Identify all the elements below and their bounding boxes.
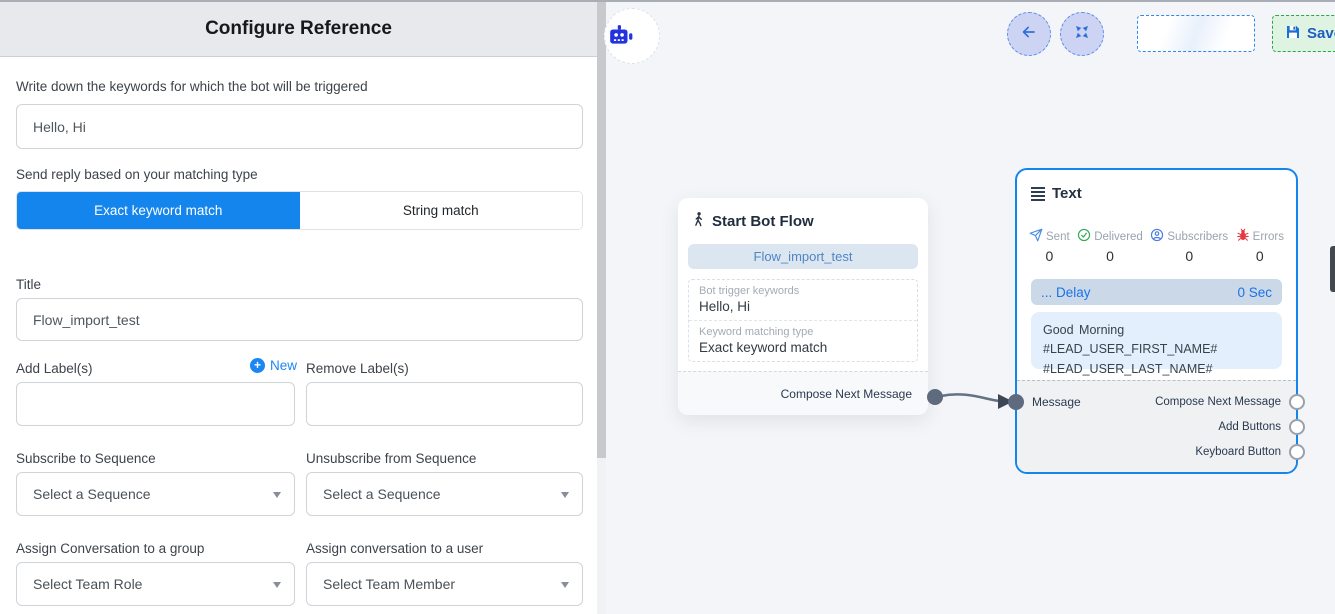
stat-subscribers: Subscribers 0: [1150, 228, 1228, 264]
stat-sent-value: 0: [1045, 248, 1053, 264]
new-label-button-text: New: [270, 358, 297, 373]
start-node-header: Start Bot Flow: [691, 211, 814, 232]
person-circle-icon: [1150, 228, 1164, 245]
tab-string-match[interactable]: String match: [300, 192, 583, 229]
keywords-input[interactable]: [16, 104, 583, 149]
remove-labels-input[interactable]: [306, 382, 583, 426]
chevron-down-icon: [273, 492, 281, 498]
compose-next-message-label: Compose Next Message: [781, 387, 912, 401]
stat-delivered-value: 0: [1106, 248, 1114, 264]
message-input-label: Message: [1032, 395, 1081, 409]
panel-header: Configure Reference: [0, 2, 597, 57]
matching-type-field-value: Exact keyword match: [699, 340, 907, 355]
bug-icon: [1236, 228, 1250, 245]
stat-subscribers-value: 0: [1185, 248, 1193, 264]
assign-user-label: Assign conversation to a user: [306, 541, 483, 556]
add-labels-input[interactable]: [16, 382, 295, 426]
output-compose-next-message-label: Compose Next Message: [1155, 396, 1281, 408]
new-label-button[interactable]: + New: [250, 358, 297, 373]
save-icon: [1285, 24, 1301, 44]
matching-type-field: Keyword matching type Exact keyword matc…: [689, 320, 917, 361]
matching-type-field-label: Keyword matching type: [699, 326, 907, 338]
start-node-footer: Compose Next Message: [678, 371, 928, 415]
unsubscribe-sequence-label: Unsubscribe from Sequence: [306, 451, 476, 466]
unsubscribe-sequence-value: Select a Sequence: [323, 486, 441, 502]
start-node-title: Start Bot Flow: [712, 213, 814, 230]
back-button[interactable]: [1007, 12, 1051, 56]
text-node-input-port[interactable]: [1008, 394, 1024, 410]
stat-errors-label: Errors: [1253, 231, 1284, 243]
configure-reference-panel: Configure Reference Write down the keywo…: [0, 0, 597, 614]
stat-sent: Sent 0: [1029, 228, 1070, 264]
stat-delivered-label: Delivered: [1094, 231, 1143, 243]
remove-labels-label: Remove Label(s): [306, 361, 409, 376]
stat-errors: Errors 0: [1236, 228, 1284, 264]
stat-errors-value: 0: [1256, 248, 1264, 264]
flow-name-pill[interactable]: Flow_import_test: [688, 244, 918, 269]
flow-name-text: Flow_import_test: [754, 249, 853, 264]
walking-person-icon: [691, 211, 706, 232]
matching-type-label: Send reply based on your matching type: [16, 167, 258, 182]
title-input[interactable]: [16, 298, 583, 341]
delay-value: 0 Sec: [1237, 285, 1272, 300]
start-node-output-port[interactable]: [927, 389, 943, 405]
save-button[interactable]: Save: [1272, 15, 1335, 52]
drag-handle-icon[interactable]: [1031, 187, 1045, 201]
add-buttons-port[interactable]: [1289, 419, 1305, 435]
trigger-keywords-value: Hello, Hi: [699, 299, 907, 314]
start-bot-flow-node[interactable]: Start Bot Flow Flow_import_test Bot trig…: [678, 198, 928, 415]
canvas-scrollbar-thumb[interactable]: [1330, 246, 1335, 292]
text-node-title: Text: [1052, 185, 1082, 202]
arrow-left-icon: [1019, 22, 1039, 47]
text-node-header: Text: [1031, 185, 1082, 202]
check-circle-icon: [1077, 228, 1091, 245]
tab-exact-keyword-match[interactable]: Exact keyword match: [17, 192, 300, 229]
delay-label: ... Delay: [1041, 285, 1091, 300]
assign-group-label: Assign Conversation to a group: [16, 541, 204, 556]
delay-setting-bar[interactable]: ... Delay 0 Sec: [1031, 279, 1282, 305]
output-keyboard-button-label: Keyboard Button: [1195, 446, 1281, 458]
matching-type-tabs: Exact keyword match String match: [16, 191, 583, 230]
assign-user-value: Select Team Member: [323, 576, 455, 592]
chevron-down-icon: [561, 492, 569, 498]
keyboard-button-port[interactable]: [1289, 444, 1305, 460]
output-add-buttons-label: Add Buttons: [1218, 421, 1281, 433]
start-node-fields: Bot trigger keywords Hello, Hi Keyword m…: [688, 279, 918, 362]
subscribe-sequence-value: Select a Sequence: [33, 486, 151, 502]
window-top-border: [0, 0, 1335, 2]
panel-scrollbar-thumb[interactable]: [597, 2, 606, 458]
subscribe-sequence-label: Subscribe to Sequence: [16, 451, 156, 466]
plus-circle-icon: +: [250, 358, 265, 373]
text-node-stats: Sent 0 Delivered 0: [1029, 228, 1284, 264]
trigger-keywords-field: Bot trigger keywords Hello, Hi: [689, 280, 917, 320]
chevron-down-icon: [273, 582, 281, 588]
assign-user-select[interactable]: Select Team Member: [306, 562, 583, 606]
stat-delivered: Delivered 0: [1077, 228, 1143, 264]
subscribe-sequence-select[interactable]: Select a Sequence: [16, 472, 295, 516]
assign-group-value: Select Team Role: [33, 576, 142, 592]
chevron-down-icon: [561, 582, 569, 588]
toolbar-placeholder-button[interactable]: [1137, 15, 1255, 52]
unsubscribe-sequence-select[interactable]: Select a Sequence: [306, 472, 583, 516]
add-labels-label: Add Label(s): [16, 361, 93, 376]
paper-plane-icon: [1029, 228, 1043, 245]
fit-view-button[interactable]: [1060, 12, 1104, 56]
stat-sent-label: Sent: [1046, 231, 1070, 243]
robot-icon: [608, 23, 634, 54]
title-label: Title: [16, 277, 41, 292]
stat-subscribers-label: Subscribers: [1167, 231, 1228, 243]
save-button-label: Save: [1307, 25, 1335, 42]
panel-title: Configure Reference: [205, 18, 392, 40]
compress-icon: [1073, 23, 1091, 46]
compose-next-message-port[interactable]: [1289, 394, 1305, 410]
trigger-keywords-label: Bot trigger keywords: [699, 285, 907, 297]
message-bubble[interactable]: Good Morning #LEAD_USER_FIRST_NAME# #LEA…: [1031, 312, 1282, 369]
assign-group-select[interactable]: Select Team Role: [16, 562, 295, 606]
keywords-label: Write down the keywords for which the bo…: [16, 79, 368, 94]
